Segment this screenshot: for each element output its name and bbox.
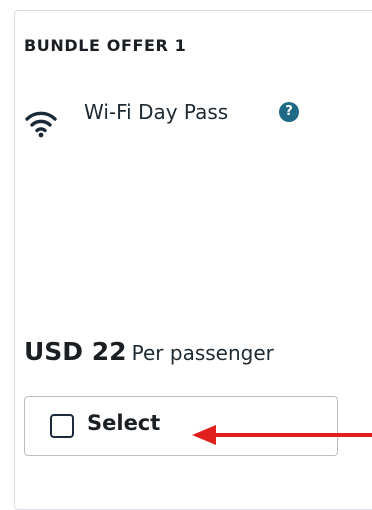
annotation-arrow xyxy=(192,425,372,445)
select-checkbox[interactable] xyxy=(50,414,74,438)
feature-label: Wi-Fi Day Pass xyxy=(84,100,229,124)
select-label: Select xyxy=(87,411,161,435)
bundle-offer-title: BUNDLE OFFER 1 xyxy=(24,36,187,55)
price-amount: USD 22 xyxy=(24,337,127,366)
price: USD 22 Per passenger xyxy=(24,337,274,366)
feature-item-wifi-day-pass: Wi-Fi Day Pass ? xyxy=(24,100,344,140)
wifi-icon xyxy=(25,111,57,138)
help-icon[interactable]: ? xyxy=(279,102,299,122)
price-unit: Per passenger xyxy=(131,341,274,365)
